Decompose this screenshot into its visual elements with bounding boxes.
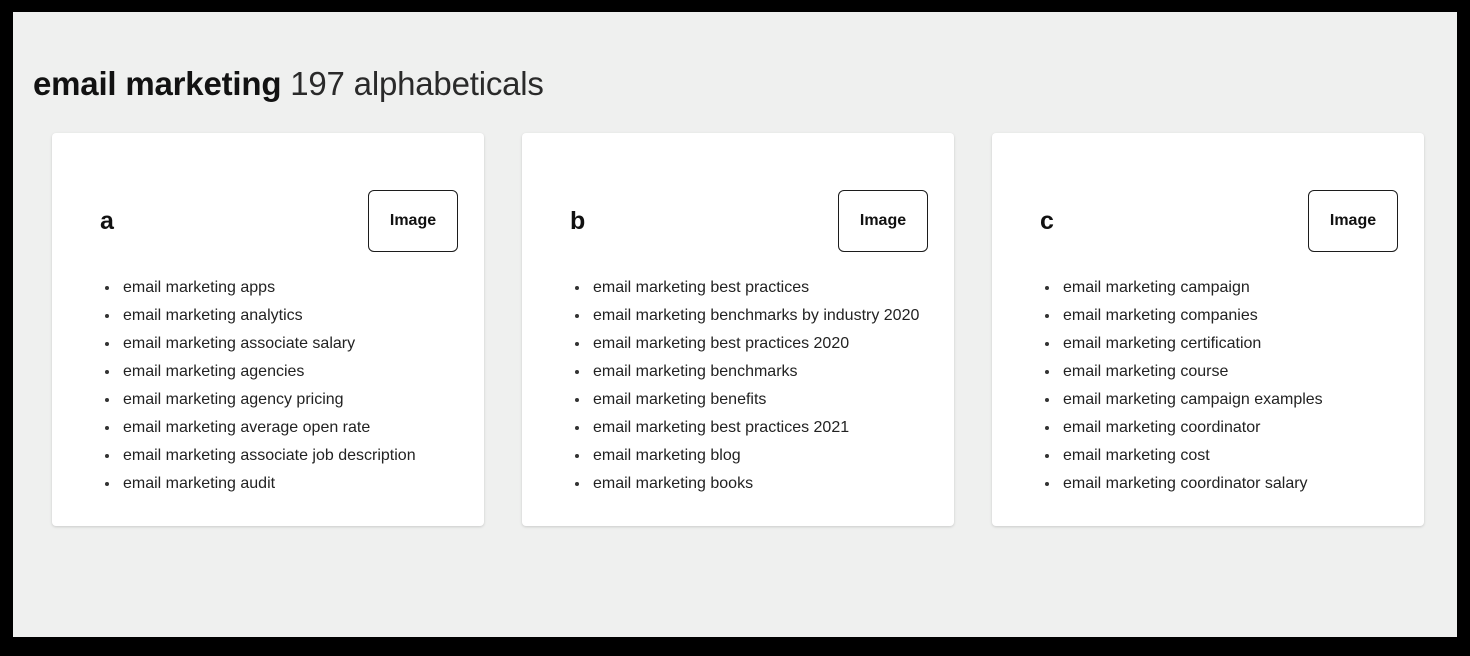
keyword-list-item[interactable]: email marketing campaign examples xyxy=(1040,386,1398,414)
card-letter-heading: c xyxy=(1040,206,1054,235)
keyword-list-item[interactable]: email marketing best practices 2020 xyxy=(570,330,928,358)
keyword-list: email marketing best practices email mark… xyxy=(548,274,928,498)
keyword-list-item[interactable]: email marketing benchmarks by industry 2… xyxy=(570,302,928,330)
alphabetical-card-grid: a Image email marketing apps email marketin… xyxy=(52,133,1424,526)
alphabetical-card: c Image email marketing campaign email mark… xyxy=(992,133,1424,526)
keyword-list-item[interactable]: email marketing apps xyxy=(100,274,458,302)
page-viewport: email marketing 197 alphabeticals a Image… xyxy=(13,12,1457,637)
page-title-count: 197 alphabeticals xyxy=(290,65,544,103)
image-placeholder-box[interactable]: Image xyxy=(1308,190,1398,252)
card-header: a Image xyxy=(78,190,458,252)
keyword-list: email marketing campaign email marketing … xyxy=(1018,274,1398,498)
keyword-list-item[interactable]: email marketing cost xyxy=(1040,442,1398,470)
keyword-list-item[interactable]: email marketing blog xyxy=(570,442,928,470)
keyword-list-item[interactable]: email marketing best practices 2021 xyxy=(570,414,928,442)
keyword-list-item[interactable]: email marketing associate salary xyxy=(100,330,458,358)
keyword-list-item[interactable]: email marketing associate job descriptio… xyxy=(100,442,458,470)
keyword-list-item[interactable]: email marketing audit xyxy=(100,470,458,498)
keyword-list-item[interactable]: email marketing benefits xyxy=(570,386,928,414)
alphabetical-card: b Image email marketing best practices emai… xyxy=(522,133,954,526)
keyword-list-item[interactable]: email marketing agencies xyxy=(100,358,458,386)
image-placeholder-box[interactable]: Image xyxy=(368,190,458,252)
keyword-list-item[interactable]: email marketing analytics xyxy=(100,302,458,330)
keyword-list-item[interactable]: email marketing average open rate xyxy=(100,414,458,442)
card-letter-heading: b xyxy=(570,206,586,235)
keyword-list-item[interactable]: email marketing certification xyxy=(1040,330,1398,358)
keyword-list-item[interactable]: email marketing coordinator xyxy=(1040,414,1398,442)
page-title: email marketing 197 alphabeticals xyxy=(33,64,544,104)
keyword-list-item[interactable]: email marketing benchmarks xyxy=(570,358,928,386)
card-header: b Image xyxy=(548,190,928,252)
keyword-list-item[interactable]: email marketing course xyxy=(1040,358,1398,386)
keyword-list: email marketing apps email marketing anal… xyxy=(78,274,458,498)
card-letter-heading: a xyxy=(100,206,114,235)
card-header: c Image xyxy=(1018,190,1398,252)
keyword-list-item[interactable]: email marketing coordinator salary xyxy=(1040,470,1398,498)
image-placeholder-box[interactable]: Image xyxy=(838,190,928,252)
keyword-list-item[interactable]: email marketing companies xyxy=(1040,302,1398,330)
keyword-list-item[interactable]: email marketing campaign xyxy=(1040,274,1398,302)
alphabetical-card: a Image email marketing apps email marketin… xyxy=(52,133,484,526)
keyword-list-item[interactable]: email marketing best practices xyxy=(570,274,928,302)
keyword-list-item[interactable]: email marketing books xyxy=(570,470,928,498)
keyword-list-item[interactable]: email marketing agency pricing xyxy=(100,386,458,414)
page-title-keyword: email marketing xyxy=(33,65,282,103)
